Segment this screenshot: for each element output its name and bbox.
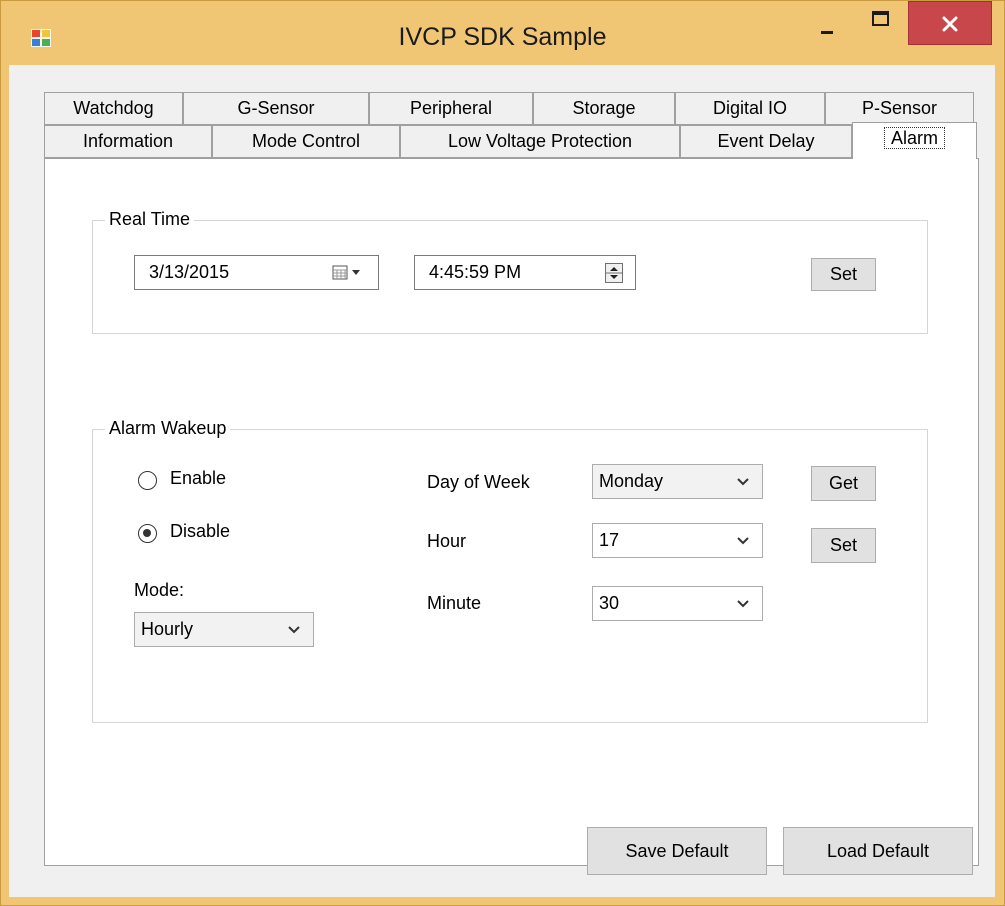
main-window: IVCP SDK Sample Watchdog G-Sensor Periph…	[0, 0, 1005, 906]
minimize-button[interactable]	[803, 1, 853, 45]
chevron-down-icon	[737, 537, 749, 545]
tab-storage[interactable]: Storage	[533, 92, 675, 125]
tab-watchdog[interactable]: Watchdog	[44, 92, 183, 125]
day-of-week-value: Monday	[599, 471, 664, 491]
real-time-group: Real Time 3/13/2015 4:45:59 PM Set	[92, 209, 928, 334]
close-button[interactable]	[908, 1, 992, 45]
enable-radio[interactable]	[138, 471, 157, 490]
tab-low-voltage-protection[interactable]: Low Voltage Protection	[400, 125, 680, 158]
hour-value: 17	[599, 530, 620, 550]
tab-event-delay[interactable]: Event Delay	[680, 125, 852, 158]
chevron-down-icon	[737, 600, 749, 608]
tab-digital-io[interactable]: Digital IO	[675, 92, 825, 125]
tab-label: P-Sensor	[861, 98, 938, 118]
day-of-week-label: Day of Week	[427, 472, 530, 492]
day-of-week-dropdown[interactable]: Monday	[592, 464, 763, 499]
hour-dropdown[interactable]: 17	[592, 523, 763, 558]
alarm-wakeup-group: Alarm Wakeup Enable Disable Mode: Hourly…	[92, 418, 928, 723]
tab-label: Event Delay	[717, 131, 815, 151]
tab-label: Information	[82, 131, 174, 151]
mode-label: Mode:	[134, 580, 185, 600]
close-icon	[942, 16, 958, 32]
tab-mode-control[interactable]: Mode Control	[212, 125, 400, 158]
tab-label: Storage	[572, 98, 636, 118]
hour-label: Hour	[427, 531, 467, 551]
tab-label: Digital IO	[712, 98, 788, 118]
save-default-button[interactable]: Save Default	[587, 827, 767, 875]
minute-dropdown[interactable]: 30	[592, 586, 763, 621]
tab-information[interactable]: Information	[44, 125, 212, 158]
maximize-button[interactable]	[853, 1, 908, 45]
disable-radio[interactable]	[138, 524, 157, 543]
spin-updown-icon[interactable]	[605, 263, 623, 283]
maximize-icon	[872, 11, 889, 26]
tab-alarm[interactable]: Alarm	[852, 122, 977, 159]
load-default-button[interactable]: Load Default	[783, 827, 973, 875]
chevron-down-icon	[737, 478, 749, 486]
tab-label: Low Voltage Protection	[447, 131, 633, 151]
tab-label: Alarm	[883, 127, 946, 149]
date-picker[interactable]: 3/13/2015	[134, 255, 379, 290]
date-value: 3/13/2015	[149, 262, 230, 282]
title-bar[interactable]: IVCP SDK Sample	[1, 1, 1004, 65]
minimize-icon	[821, 31, 833, 34]
minute-label: Minute	[427, 593, 482, 613]
tab-g-sensor[interactable]: G-Sensor	[183, 92, 369, 125]
group-legend: Real Time	[105, 209, 195, 230]
alarm-tab-panel: Real Time 3/13/2015 4:45:59 PM Set Alarm…	[44, 158, 979, 866]
tab-label: G-Sensor	[237, 98, 315, 118]
alarm-set-button[interactable]: Set	[811, 528, 876, 563]
minute-value: 30	[599, 593, 620, 613]
mode-value: Hourly	[141, 619, 194, 639]
tab-label: Mode Control	[251, 131, 361, 151]
calendar-icon[interactable]	[332, 265, 366, 281]
tab-label: Peripheral	[409, 98, 493, 118]
real-time-set-button[interactable]: Set	[811, 258, 876, 291]
mode-dropdown[interactable]: Hourly	[134, 612, 314, 647]
time-value: 4:45:59 PM	[429, 262, 522, 282]
alarm-get-button[interactable]: Get	[811, 466, 876, 501]
group-legend: Alarm Wakeup	[105, 418, 231, 439]
radio-selected-dot	[143, 529, 151, 537]
time-picker[interactable]: 4:45:59 PM	[414, 255, 636, 290]
enable-label[interactable]: Enable	[170, 468, 226, 489]
chevron-down-icon	[288, 626, 300, 634]
tab-peripheral[interactable]: Peripheral	[369, 92, 533, 125]
tab-label: Watchdog	[73, 98, 154, 118]
tab-p-sensor[interactable]: P-Sensor	[825, 92, 974, 125]
client-area: Watchdog G-Sensor Peripheral Storage Dig…	[9, 65, 995, 897]
disable-label[interactable]: Disable	[170, 521, 230, 542]
